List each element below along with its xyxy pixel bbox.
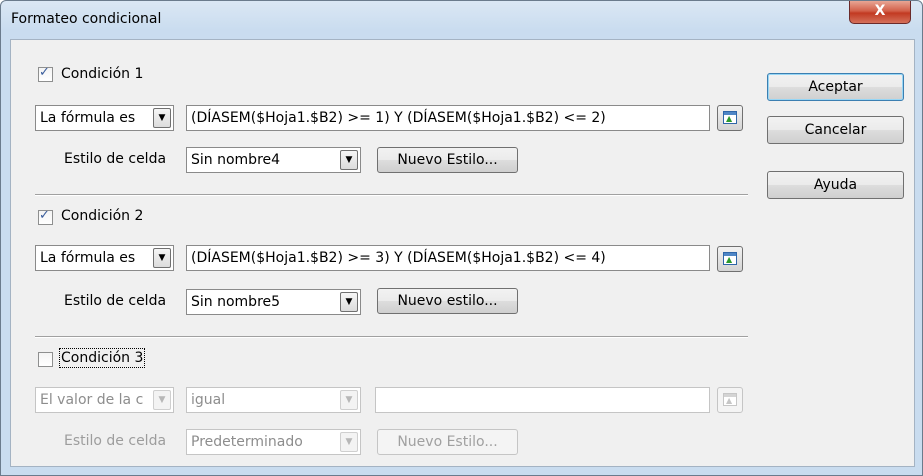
- condition-2-formula-input[interactable]: (DÍASEM($Hoja1.$B2) >= 3) Y (DÍASEM($Hoj…: [186, 245, 710, 271]
- condition-2-shrink-button[interactable]: ▲: [717, 246, 743, 272]
- checkmark-icon: ✓: [39, 65, 50, 80]
- condition-1-label: Condición 1: [61, 66, 144, 82]
- separator: [35, 194, 748, 196]
- window-title: Formateo condicional: [11, 11, 162, 27]
- condition-3-value-input[interactable]: [375, 387, 710, 413]
- condition-3-type-value: El valor de la c: [40, 392, 144, 408]
- condition-3-operator-value: igual: [191, 392, 226, 408]
- shrink-selection-icon: ▲: [723, 111, 737, 124]
- condition-1-shrink-button[interactable]: ▲: [717, 105, 743, 131]
- close-icon: X: [874, 3, 886, 19]
- condition-3-new-style-button[interactable]: Nuevo Estilo...: [377, 429, 518, 455]
- title-bar: Formateo condicional X: [1, 1, 922, 39]
- condition-1-style-value: Sin nombre4: [191, 152, 281, 168]
- condition-3-style-label: Estilo de celda: [64, 433, 167, 449]
- checkmark-icon: ✓: [39, 208, 50, 223]
- condition-3-style-value: Predeterminado: [191, 434, 303, 450]
- chevron-down-icon[interactable]: ▼: [153, 248, 171, 268]
- condition-2-style-label: Estilo de celda: [64, 293, 167, 309]
- condition-1-formula-value: (DÍASEM($Hoja1.$B2) >= 1) Y (DÍASEM($Hoj…: [191, 110, 606, 126]
- condition-1-type-select[interactable]: La fórmula es ▼: [35, 105, 174, 131]
- chevron-down-icon[interactable]: ▼: [340, 292, 358, 312]
- chevron-down-icon[interactable]: ▼: [340, 432, 358, 452]
- condition-1-type-value: La fórmula es: [40, 110, 136, 126]
- help-button[interactable]: Ayuda: [767, 171, 904, 199]
- condition-1-style-select[interactable]: Sin nombre4 ▼: [186, 147, 361, 173]
- condition-2-checkbox[interactable]: ✓: [38, 208, 53, 225]
- separator: [35, 336, 748, 338]
- chevron-down-icon[interactable]: ▼: [153, 390, 171, 410]
- condition-3-checkbox[interactable]: [38, 352, 53, 367]
- conditional-formatting-dialog: Formateo condicional X ✓ Condición 1 La …: [0, 0, 923, 476]
- shrink-selection-icon: ▲: [723, 393, 737, 406]
- shrink-selection-icon: ▲: [723, 252, 737, 265]
- cancel-button[interactable]: Cancelar: [767, 116, 904, 144]
- condition-2-label: Condición 2: [61, 208, 144, 224]
- condition-3-type-select[interactable]: El valor de la c ▼: [35, 387, 174, 413]
- condition-3-label: Condición 3: [58, 348, 146, 368]
- condition-1-new-style-button[interactable]: Nuevo Estilo...: [377, 147, 518, 173]
- condition-1-formula-input[interactable]: (DÍASEM($Hoja1.$B2) >= 1) Y (DÍASEM($Hoj…: [186, 105, 710, 131]
- close-button[interactable]: X: [849, 1, 911, 24]
- chevron-down-icon[interactable]: ▼: [340, 150, 358, 170]
- condition-2-style-select[interactable]: Sin nombre5 ▼: [186, 289, 361, 315]
- chevron-down-icon[interactable]: ▼: [340, 390, 358, 410]
- chevron-down-icon[interactable]: ▼: [153, 108, 171, 128]
- condition-2-formula-value: (DÍASEM($Hoja1.$B2) >= 3) Y (DÍASEM($Hoj…: [191, 250, 606, 266]
- dialog-body: ✓ Condición 1 La fórmula es ▼ (DÍASEM($H…: [10, 39, 915, 467]
- condition-2-style-value: Sin nombre5: [191, 294, 281, 310]
- condition-2-type-select[interactable]: La fórmula es ▼: [35, 245, 174, 271]
- condition-2-type-value: La fórmula es: [40, 250, 136, 266]
- condition-3-operator-select[interactable]: igual ▼: [186, 387, 361, 413]
- condition-3-style-select[interactable]: Predeterminado ▼: [186, 429, 361, 455]
- ok-button[interactable]: Aceptar: [767, 73, 904, 101]
- condition-1-checkbox[interactable]: ✓: [38, 65, 53, 82]
- condition-2-new-style-button[interactable]: Nuevo estilo...: [377, 288, 518, 314]
- condition-3-shrink-button[interactable]: ▲: [717, 387, 743, 413]
- condition-1-style-label: Estilo de celda: [64, 151, 167, 167]
